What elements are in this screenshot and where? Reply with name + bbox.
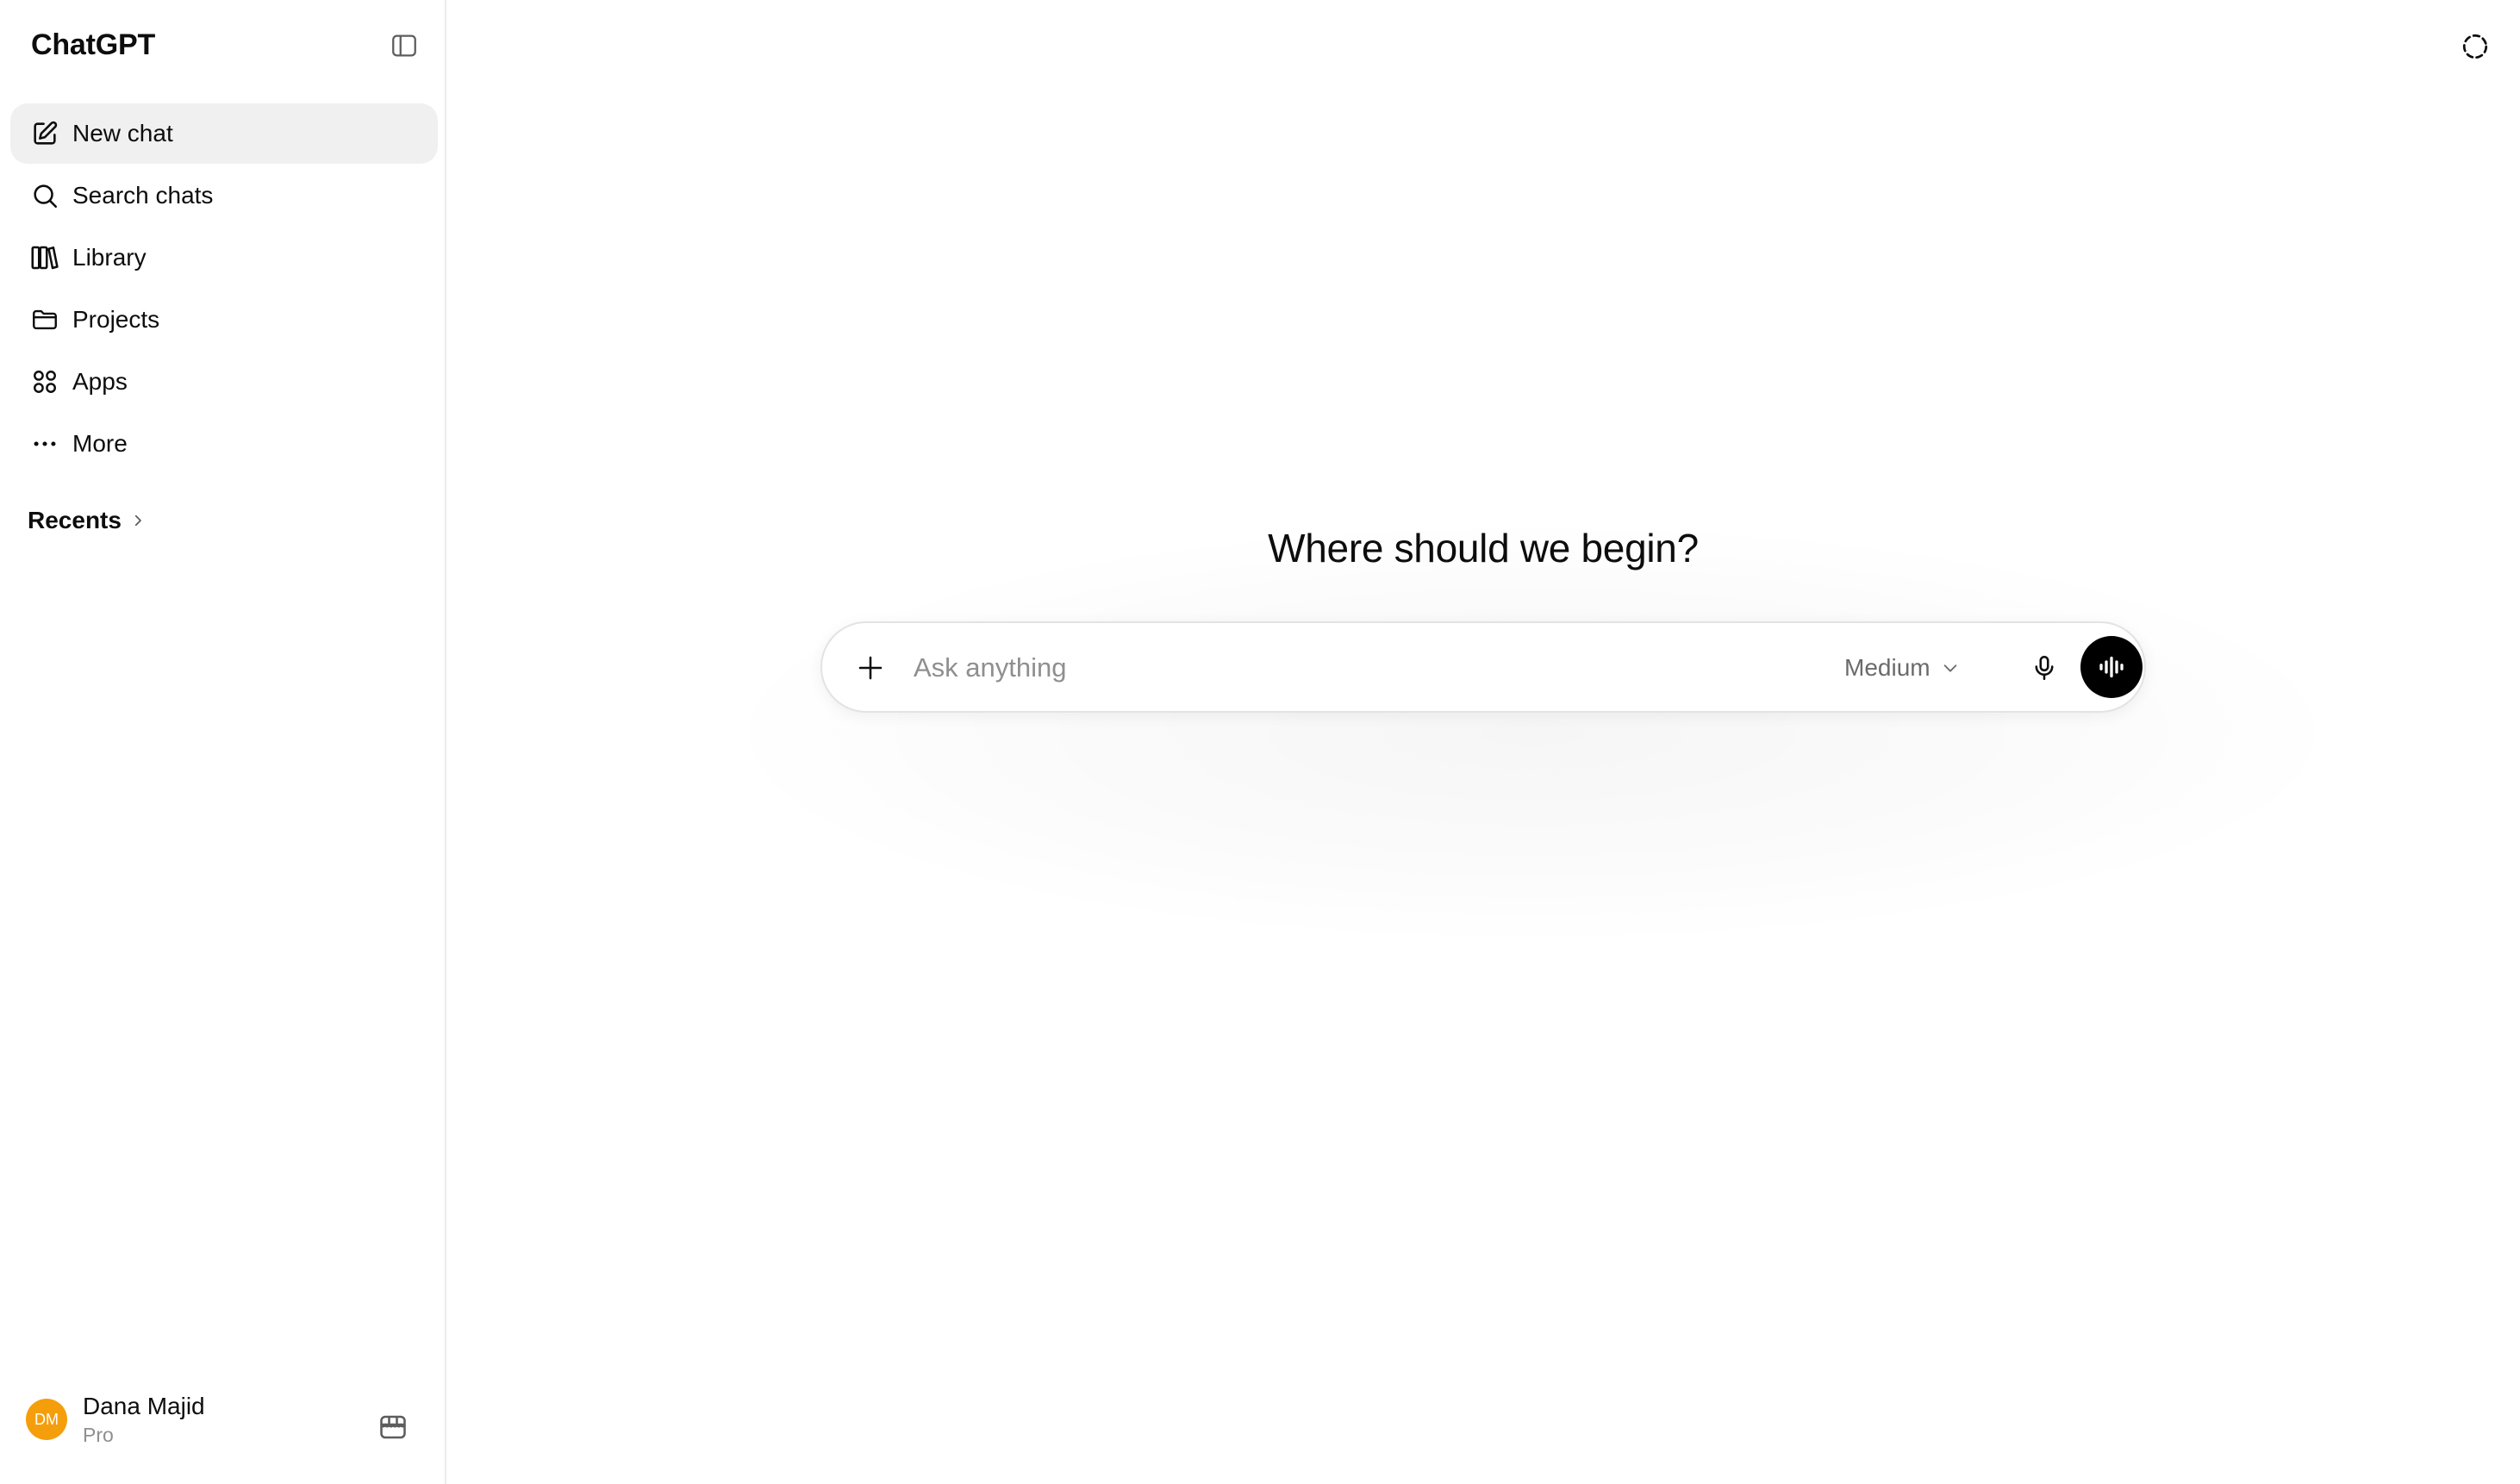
user-name: Dana Majid xyxy=(83,1393,205,1419)
sidebar-item-new-chat[interactable]: New chat xyxy=(10,103,438,164)
voice-waveform-icon xyxy=(2099,656,2124,678)
chevron-down-icon xyxy=(1941,658,1960,677)
search-icon xyxy=(29,180,60,211)
sidebar-item-search-chats[interactable]: Search chats xyxy=(10,165,438,226)
more-dots-icon xyxy=(29,428,60,459)
store-icon xyxy=(380,1415,406,1439)
library-icon xyxy=(29,242,60,273)
sidebar-toggle-button[interactable] xyxy=(385,27,423,65)
temporary-chat-icon xyxy=(2462,34,2488,59)
composer: Medium xyxy=(820,621,2146,713)
voice-mode-button[interactable] xyxy=(2080,636,2143,698)
microphone-icon xyxy=(2035,655,2054,681)
sidebar-item-label: New chat xyxy=(72,120,173,147)
user-text: Dana Majid Pro xyxy=(83,1391,205,1448)
model-select-value: Medium xyxy=(1844,654,1931,681)
sidebar-item-label: Library xyxy=(72,244,147,271)
plus-icon xyxy=(858,656,883,680)
folder-icon xyxy=(29,304,60,335)
sidebar-nav: New chat Search chats Library Projects A… xyxy=(10,103,438,476)
prompt-input[interactable] xyxy=(912,645,1774,690)
sidebar-item-projects[interactable]: Projects xyxy=(10,290,438,350)
recents-label: Recents xyxy=(28,507,122,533)
app-window: ChatGPT New chat Search chats Library Pr… xyxy=(0,0,2520,1484)
sidebar-item-apps[interactable]: Apps xyxy=(10,352,438,412)
apps-grid-icon xyxy=(29,366,60,397)
user-profile[interactable]: DM Dana Majid Pro xyxy=(26,1391,205,1448)
chevron-right-icon xyxy=(130,513,146,528)
dictate-button[interactable] xyxy=(2022,645,2067,690)
sidebar-item-label: Search chats xyxy=(72,182,214,209)
sidebar-item-label: Apps xyxy=(72,368,128,395)
page-title: Where should we begin? xyxy=(1268,525,1699,571)
recents-header[interactable]: Recents xyxy=(28,507,146,534)
user-plan: Pro xyxy=(83,1424,114,1446)
gift-store-button[interactable] xyxy=(374,1408,412,1446)
sidebar-item-library[interactable]: Library xyxy=(10,228,438,288)
add-attachment-button[interactable] xyxy=(848,645,893,690)
sidebar-panel-icon xyxy=(392,34,416,57)
temporary-chat-button[interactable] xyxy=(2455,26,2496,67)
sidebar-item-more[interactable]: More xyxy=(10,414,438,474)
sidebar-item-label: More xyxy=(72,430,128,457)
model-select[interactable]: Medium xyxy=(1844,647,1960,689)
new-chat-icon xyxy=(29,118,60,149)
main-area: Where should we begin? Medium xyxy=(446,0,2520,1484)
background-glow xyxy=(705,517,2360,948)
brand-title[interactable]: ChatGPT xyxy=(31,22,155,67)
sidebar-item-label: Projects xyxy=(72,306,160,333)
avatar: DM xyxy=(26,1399,67,1440)
sidebar: ChatGPT New chat Search chats Library Pr… xyxy=(0,0,446,1484)
